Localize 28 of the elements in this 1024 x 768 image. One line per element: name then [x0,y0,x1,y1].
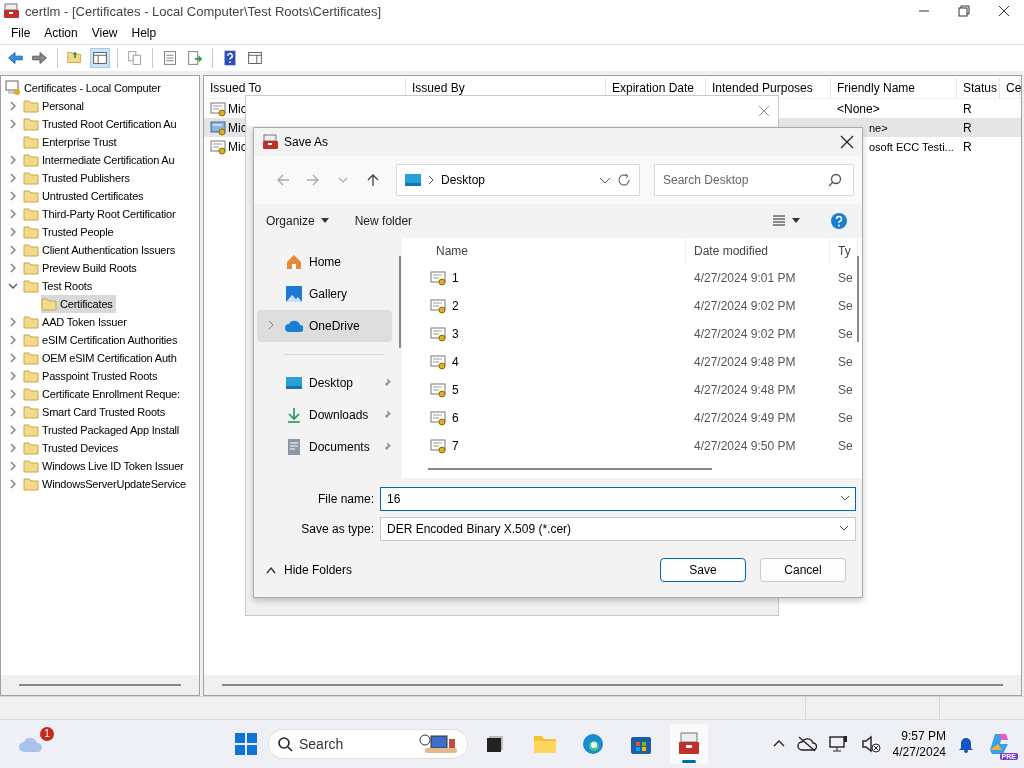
table-cell: Se [838,411,853,425]
table-cell: Se [838,299,853,313]
table-cell: osoft ECC Testi... [869,140,954,153]
window-title: certlm - [Certificates - Local Computer\Test Roots\Certificates] [25,3,383,19]
table-cell: 4/27/2024 9:02 PM [694,299,796,313]
table-cell: R [963,139,972,154]
table-cell: Se [838,383,853,397]
table-cell: R [963,101,972,116]
clock-date: 4/27/2024 [892,744,946,760]
table-cell: <None> [837,101,880,116]
field-label: File name: [316,492,374,507]
table-cell: 4/27/2024 9:01 PM [694,271,796,285]
table-cell: 4/27/2024 9:48 PM [694,355,796,369]
table-cell: Se [838,271,853,285]
field-label: Save as type: [300,521,374,536]
table-cell: ne> [869,121,888,134]
table-cell: R [963,120,972,135]
table-cell: 4/27/2024 9:50 PM [694,439,796,453]
table-cell: 4/27/2024 9:02 PM [694,327,796,341]
table-cell: Se [838,439,853,453]
table-cell: Se [838,355,853,369]
table-cell: 4/27/2024 9:48 PM [694,383,796,397]
dialog-title: Save As [284,135,330,149]
table-cell: 4/27/2024 9:49 PM [694,411,796,425]
search-placeholder: Search [299,736,345,752]
notification-badge: 1 [40,727,54,741]
clock-time: 9:57 PM [901,728,946,744]
table-cell: Se [838,327,853,341]
